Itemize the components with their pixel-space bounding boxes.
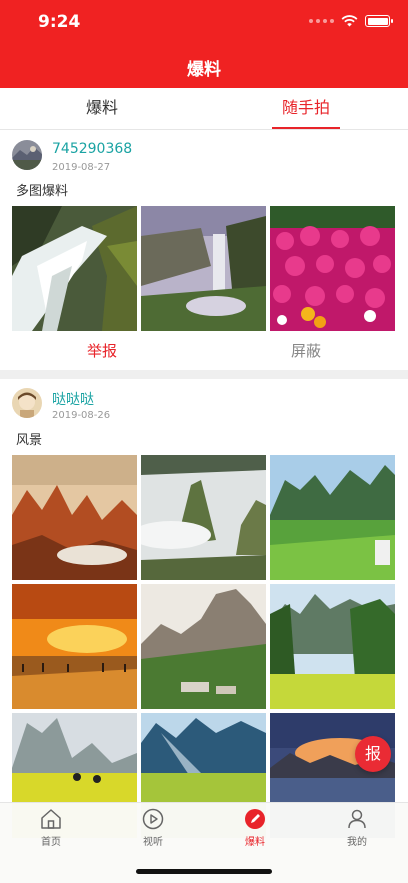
avatar[interactable] xyxy=(12,388,42,418)
misty-mountain-photo[interactable] xyxy=(141,455,266,580)
pen-icon xyxy=(245,809,265,829)
tabbar-label: 爆料 xyxy=(245,837,265,848)
tabbar-mine[interactable]: 我的 xyxy=(306,807,408,848)
tabbar-label: 我的 xyxy=(347,837,367,848)
tab-suishoupai[interactable]: 随手拍 xyxy=(204,88,408,129)
top-header: 9:24 爆料 xyxy=(0,0,408,88)
cliff-village-photo[interactable] xyxy=(141,584,266,709)
post-card: 745290368 2019-08-27 多图爆料 举报 屏蔽 xyxy=(0,131,408,370)
post-card: 哒哒哒 2019-08-26 风景 xyxy=(0,379,408,838)
report-fab[interactable]: 报 xyxy=(355,736,391,772)
palm-rice-field-photo[interactable] xyxy=(270,584,395,709)
tab-baoliao[interactable]: 爆料 xyxy=(0,88,204,129)
tabbar-media[interactable]: 视听 xyxy=(102,807,204,848)
tabbar-label: 视听 xyxy=(143,837,163,848)
wifi-icon xyxy=(341,15,358,27)
status-icons xyxy=(309,15,393,27)
post-text: 风景 xyxy=(16,433,43,448)
post-date: 2019-08-27 xyxy=(52,162,111,173)
report-button[interactable]: 举报 xyxy=(0,333,204,369)
page-title: 爆料 xyxy=(187,60,221,80)
post-date: 2019-08-26 xyxy=(52,410,111,421)
home-icon xyxy=(41,809,61,829)
post-username[interactable]: 哒哒哒 xyxy=(52,389,94,409)
segment-tabs: 爆料 随手拍 xyxy=(0,88,408,130)
sunset-beach-photo[interactable] xyxy=(12,584,137,709)
tabbar-label: 首页 xyxy=(41,837,61,848)
battery-icon xyxy=(365,15,393,27)
waterfall-valley-photo[interactable] xyxy=(141,206,266,331)
green-valley-photo[interactable] xyxy=(270,455,395,580)
pink-flowers-photo[interactable] xyxy=(270,206,395,331)
red-peaks-photo[interactable] xyxy=(12,455,137,580)
tabbar-home[interactable]: 首页 xyxy=(0,807,102,848)
tabbar-baoliao[interactable]: 爆料 xyxy=(204,807,306,848)
post-text: 多图爆料 xyxy=(16,184,69,199)
post-actions: 举报 屏蔽 xyxy=(0,333,408,369)
post-divider xyxy=(0,370,408,379)
waterfall-cascade-photo[interactable] xyxy=(12,206,137,331)
post-username[interactable]: 745290368 xyxy=(52,141,132,157)
user-icon xyxy=(348,809,366,829)
play-icon xyxy=(142,808,164,830)
status-time: 9:24 xyxy=(38,12,81,32)
block-button[interactable]: 屏蔽 xyxy=(204,333,408,369)
home-indicator xyxy=(136,869,272,874)
avatar[interactable] xyxy=(12,140,42,170)
signal-icon xyxy=(309,19,334,23)
